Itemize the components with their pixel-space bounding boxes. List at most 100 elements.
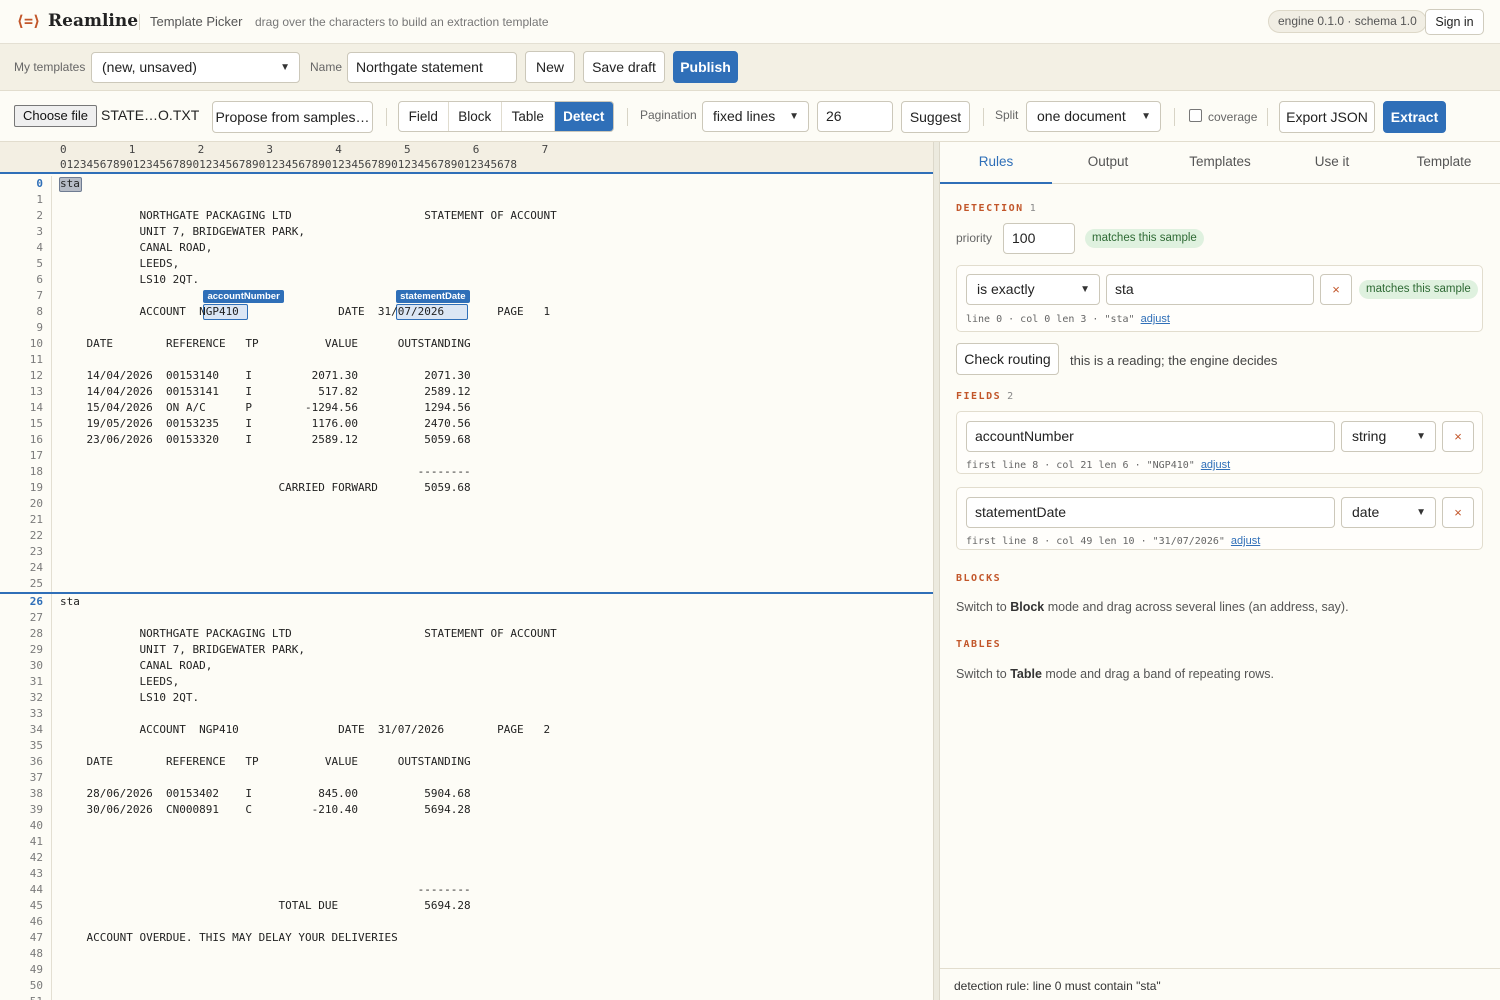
document-line[interactable]: 20 — [0, 496, 933, 512]
tab-use-it[interactable]: Use it — [1276, 142, 1388, 184]
line-text[interactable]: CARRIED FORWARD 5059.68 — [60, 480, 471, 496]
line-text[interactable]: LEEDS, — [60, 674, 179, 690]
adjust-field-link[interactable]: adjust — [1201, 459, 1230, 471]
document-line[interactable]: 42 — [0, 850, 933, 866]
field-type-select[interactable]: string ▼ — [1341, 421, 1436, 452]
save-draft-button[interactable]: Save draft — [583, 51, 665, 83]
tab-rules[interactable]: Rules — [940, 142, 1052, 184]
document-line[interactable]: 45 TOTAL DUE 5694.28 — [0, 898, 933, 914]
line-text[interactable]: 28/06/2026 00153402 I 845.00 5904.68 — [60, 786, 470, 802]
publish-button[interactable]: Publish — [673, 51, 738, 83]
document-line[interactable]: 8 ACCOUNT NGP410 DATE 31/07/2026 PAGE 1 — [0, 304, 933, 320]
split-select[interactable]: one document ▼ — [1026, 101, 1161, 132]
line-text[interactable]: ACCOUNT OVERDUE. THIS MAY DELAY YOUR DEL… — [60, 930, 397, 946]
document-line[interactable]: 51 — [0, 994, 933, 1000]
mode-table[interactable]: Table — [502, 102, 555, 131]
document-line[interactable]: 1 — [0, 192, 933, 208]
document-line[interactable]: 43 — [0, 866, 933, 882]
line-text[interactable]: LEEDS, — [60, 256, 179, 272]
document-line[interactable]: 48 — [0, 946, 933, 962]
line-text[interactable]: 15/04/2026 ON A/C P -1294.56 1294.56 — [60, 400, 470, 416]
document-line[interactable]: 35 — [0, 738, 933, 754]
page-lines-input[interactable]: 26 — [817, 101, 893, 132]
check-routing-button[interactable]: Check routing — [956, 343, 1059, 375]
document-line[interactable]: 27 — [0, 610, 933, 626]
line-text[interactable]: -------- — [60, 464, 471, 480]
pagination-select[interactable]: fixed lines ▼ — [702, 101, 809, 132]
line-text[interactable]: CANAL ROAD, — [60, 658, 212, 674]
document-line[interactable]: 32 LS10 2QT. — [0, 690, 933, 706]
line-text[interactable]: ACCOUNT NGP410 DATE 31/07/2026 PAGE 2 — [60, 722, 550, 738]
extract-button[interactable]: Extract — [1383, 101, 1446, 133]
new-template-button[interactable]: New — [525, 51, 575, 83]
remove-field-button[interactable]: × — [1442, 497, 1474, 528]
document-line[interactable]: 33 — [0, 706, 933, 722]
document-line[interactable]: 13 14/04/2026 00153141 I 517.82 2589.12 — [0, 384, 933, 400]
export-json-button[interactable]: Export JSON — [1279, 101, 1375, 133]
document-line[interactable]: 39 30/06/2026 CN000891 C -210.40 5694.28 — [0, 802, 933, 818]
document-line[interactable]: 11 — [0, 352, 933, 368]
document-line[interactable]: 25 — [0, 576, 933, 592]
line-text[interactable]: LS10 2QT. — [60, 272, 199, 288]
field-name-input[interactable]: accountNumber — [966, 421, 1335, 452]
document-line[interactable]: 4 CANAL ROAD, — [0, 240, 933, 256]
document-line[interactable]: 50 — [0, 978, 933, 994]
adjust-field-link[interactable]: adjust — [1231, 535, 1260, 547]
document-line[interactable]: 16 23/06/2026 00153320 I 2589.12 5059.68 — [0, 432, 933, 448]
document-line[interactable]: 15 19/05/2026 00153235 I 1176.00 2470.56 — [0, 416, 933, 432]
tab-templates[interactable]: Templates — [1164, 142, 1276, 184]
mode-field[interactable]: Field — [399, 102, 449, 131]
tab-output[interactable]: Output — [1052, 142, 1164, 184]
template-name-input[interactable]: Northgate statement — [347, 52, 517, 83]
document-line[interactable]: 2 NORTHGATE PACKAGING LTD STATEMENT OF A… — [0, 208, 933, 224]
field-type-select[interactable]: date ▼ — [1341, 497, 1436, 528]
line-text[interactable]: 14/04/2026 00153140 I 2071.30 2071.30 — [60, 368, 470, 384]
line-text[interactable]: 23/06/2026 00153320 I 2589.12 5059.68 — [60, 432, 470, 448]
mode-detect[interactable]: Detect — [554, 102, 613, 131]
line-text[interactable]: -------- — [60, 882, 471, 898]
mode-block[interactable]: Block — [449, 102, 503, 131]
coverage-checkbox[interactable] — [1189, 109, 1202, 122]
document-line[interactable]: 30 CANAL ROAD, — [0, 658, 933, 674]
document-line[interactable]: 44 -------- — [0, 882, 933, 898]
line-text[interactable]: DATE REFERENCE TP VALUE OUTSTANDING — [60, 754, 470, 770]
document-line[interactable]: 31 LEEDS, — [0, 674, 933, 690]
line-text[interactable]: 19/05/2026 00153235 I 1176.00 2470.56 — [60, 416, 470, 432]
document-line[interactable]: 9 — [0, 320, 933, 336]
line-text[interactable]: LS10 2QT. — [60, 690, 199, 706]
propose-from-samples-button[interactable]: Propose from samples… — [212, 101, 373, 133]
document-line[interactable]: 5 LEEDS, — [0, 256, 933, 272]
document-line[interactable]: 17 — [0, 448, 933, 464]
document-line[interactable]: 38 28/06/2026 00153402 I 845.00 5904.68 — [0, 786, 933, 802]
choose-file-button[interactable]: Choose file — [14, 105, 97, 127]
document-line[interactable]: 22 — [0, 528, 933, 544]
rule-operator-select[interactable]: is exactly ▼ — [966, 274, 1100, 305]
document-line[interactable]: 46 — [0, 914, 933, 930]
document-line[interactable]: 0 sta — [0, 176, 933, 192]
line-text[interactable]: TOTAL DUE 5694.28 — [60, 898, 471, 914]
line-text[interactable]: NORTHGATE PACKAGING LTD STATEMENT OF ACC… — [60, 626, 556, 642]
line-text[interactable]: UNIT 7, BRIDGEWATER PARK, — [60, 642, 305, 658]
document-line[interactable]: 26 sta — [0, 594, 933, 610]
document-editor[interactable]: 01234567 0123456789012345678901234567890… — [0, 142, 933, 1000]
rule-value-input[interactable]: sta — [1106, 274, 1314, 305]
suggest-button[interactable]: Suggest — [901, 101, 970, 133]
document-line[interactable]: 36 DATE REFERENCE TP VALUE OUTSTANDING — [0, 754, 933, 770]
line-text[interactable]: CANAL ROAD, — [60, 240, 212, 256]
line-text[interactable]: sta — [60, 594, 80, 610]
document-line[interactable]: 40 — [0, 818, 933, 834]
pane-splitter[interactable] — [933, 142, 940, 1000]
document-line[interactable]: 3 UNIT 7, BRIDGEWATER PARK, — [0, 224, 933, 240]
line-text[interactable]: DATE REFERENCE TP VALUE OUTSTANDING — [60, 336, 470, 352]
remove-rule-button[interactable]: × — [1320, 274, 1352, 305]
document-line[interactable]: 24 — [0, 560, 933, 576]
line-text[interactable]: NORTHGATE PACKAGING LTD STATEMENT OF ACC… — [60, 208, 556, 224]
field-name-input[interactable]: statementDate — [966, 497, 1335, 528]
document-line[interactable]: 47 ACCOUNT OVERDUE. THIS MAY DELAY YOUR … — [0, 930, 933, 946]
document-line[interactable]: 19 CARRIED FORWARD 5059.68 — [0, 480, 933, 496]
document-line[interactable]: 34 ACCOUNT NGP410 DATE 31/07/2026 PAGE 2 — [0, 722, 933, 738]
document-line[interactable]: 14 15/04/2026 ON A/C P -1294.56 1294.56 — [0, 400, 933, 416]
template-select[interactable]: (new, unsaved) ▼ — [91, 52, 300, 83]
adjust-rule-link[interactable]: adjust — [1141, 313, 1170, 325]
document-line[interactable]: 12 14/04/2026 00153140 I 2071.30 2071.30 — [0, 368, 933, 384]
